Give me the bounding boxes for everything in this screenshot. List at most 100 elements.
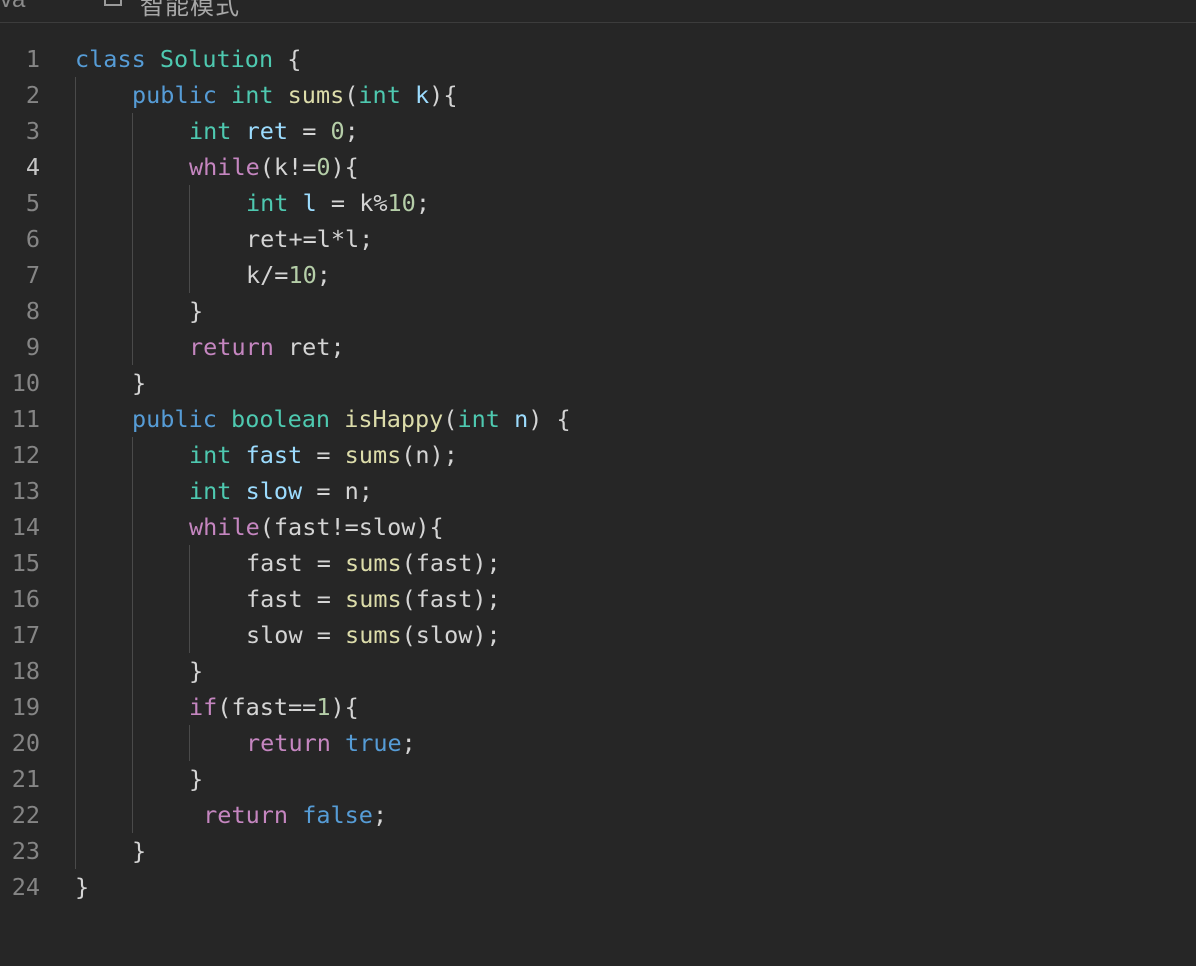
- line-number: 2: [25, 81, 40, 109]
- code-line[interactable]: 19 if(fast==1){: [0, 689, 1196, 725]
- code-text: fast = sums(fast);: [246, 545, 501, 581]
- code-token: (fast!=slow){: [259, 513, 444, 541]
- code-token: }: [189, 297, 204, 325]
- code-line[interactable]: 13 int slow = n;: [0, 473, 1196, 509]
- indent-guide: [132, 473, 133, 509]
- code-text: int l = k%10;: [246, 185, 430, 221]
- code-token: public: [132, 81, 217, 109]
- line-number: 7: [25, 261, 40, 289]
- code-token: return: [203, 801, 289, 829]
- code-line[interactable]: 18}: [0, 653, 1196, 689]
- code-line[interactable]: 20 return true;: [0, 725, 1196, 761]
- code-token: = k%: [316, 189, 388, 217]
- code-text: if(fast==1){: [189, 689, 359, 725]
- code-token: (n);: [401, 441, 458, 469]
- line-number: 23: [11, 837, 40, 865]
- code-line[interactable]: 23}: [0, 833, 1196, 869]
- code-line[interactable]: 14 while(fast!=slow){: [0, 509, 1196, 545]
- code-text: }: [189, 293, 203, 329]
- code-text: ret+=l*l;: [246, 221, 373, 257]
- code-token: (slow);: [401, 621, 501, 649]
- indent-guide: [132, 293, 133, 329]
- code-token: slow =: [246, 621, 346, 649]
- smart-mode-label[interactable]: 智能模式: [140, 0, 240, 21]
- code-token: =: [288, 117, 331, 145]
- line-number: 21: [11, 765, 40, 793]
- indent-guide: [132, 689, 133, 725]
- code-line[interactable]: 16 fast = sums(fast);: [0, 581, 1196, 617]
- line-number: 16: [11, 585, 40, 613]
- code-line[interactable]: 9 return ret;: [0, 329, 1196, 365]
- line-number: 20: [11, 729, 40, 757]
- code-editor[interactable]: 1 class Solution {2 public int sums(int k)…: [0, 41, 1196, 905]
- indent-guide: [75, 437, 76, 473]
- code-token: }: [189, 765, 204, 793]
- indent-guide: [132, 761, 133, 797]
- code-line[interactable]: 3 int ret = 0;: [0, 113, 1196, 149]
- indent-guide: [75, 113, 76, 149]
- code-token: int: [246, 189, 289, 217]
- code-line[interactable]: 6 ret+=l*l;: [0, 221, 1196, 257]
- indent-guide: [75, 725, 76, 761]
- indent-guide: [75, 77, 76, 113]
- code-token: int: [358, 81, 401, 109]
- code-line[interactable]: 15 fast = sums(fast);: [0, 545, 1196, 581]
- code-line[interactable]: 2 public int sums(int k){: [0, 77, 1196, 113]
- line-number: 13: [11, 477, 40, 505]
- code-line[interactable]: 1 class Solution {: [0, 41, 1196, 77]
- indent-guide: [132, 653, 133, 689]
- line-number: 12: [11, 441, 40, 469]
- code-token: class: [75, 45, 146, 73]
- code-line[interactable]: 11 public boolean isHappy(int n) {: [0, 401, 1196, 437]
- indent-guide: [75, 761, 76, 797]
- code-token: sums: [345, 585, 402, 613]
- code-text: }: [189, 761, 203, 797]
- code-token: =: [302, 441, 345, 469]
- code-text: k/=10;: [246, 257, 331, 293]
- indent-guide: [75, 653, 76, 689]
- code-token: int: [231, 81, 274, 109]
- indent-guide: [132, 149, 133, 185]
- code-line[interactable]: 21}: [0, 761, 1196, 797]
- code-token: 10: [288, 261, 317, 289]
- code-line[interactable]: 22 return false;: [0, 797, 1196, 833]
- code-line[interactable]: 17 slow = sums(slow);: [0, 617, 1196, 653]
- code-line[interactable]: 7 k/=10;: [0, 257, 1196, 293]
- code-text: return false;: [189, 797, 387, 833]
- line-number: 17: [11, 621, 40, 649]
- code-line[interactable]: 24}: [0, 869, 1196, 905]
- code-line[interactable]: 4 while(k!=0){: [0, 149, 1196, 185]
- code-token: sums: [287, 81, 345, 109]
- code-text: }: [75, 869, 89, 905]
- code-text: return true;: [246, 725, 416, 761]
- code-token: fast =: [246, 585, 346, 613]
- code-line[interactable]: 12 int fast = sums(n);: [0, 437, 1196, 473]
- line-number: 9: [25, 333, 40, 361]
- code-token: k/=: [246, 261, 289, 289]
- indent-guide: [189, 185, 190, 221]
- code-token: public: [132, 405, 217, 433]
- code-line[interactable]: 5 int l = k%10;: [0, 185, 1196, 221]
- code-token: (fast==: [217, 693, 317, 721]
- language-label[interactable]: va: [0, 0, 25, 14]
- indent-guide: [75, 617, 76, 653]
- code-token: true: [345, 729, 402, 757]
- line-number: 24: [11, 873, 40, 901]
- code-text: fast = sums(fast);: [246, 581, 501, 617]
- line-number: 10: [11, 369, 40, 397]
- indent-guide: [132, 113, 133, 149]
- code-line[interactable]: 10}: [0, 365, 1196, 401]
- code-token: 0: [330, 117, 345, 145]
- code-text: int ret = 0;: [189, 113, 359, 149]
- code-token: while: [189, 153, 260, 181]
- code-line[interactable]: 8}: [0, 293, 1196, 329]
- line-number: 3: [25, 117, 40, 145]
